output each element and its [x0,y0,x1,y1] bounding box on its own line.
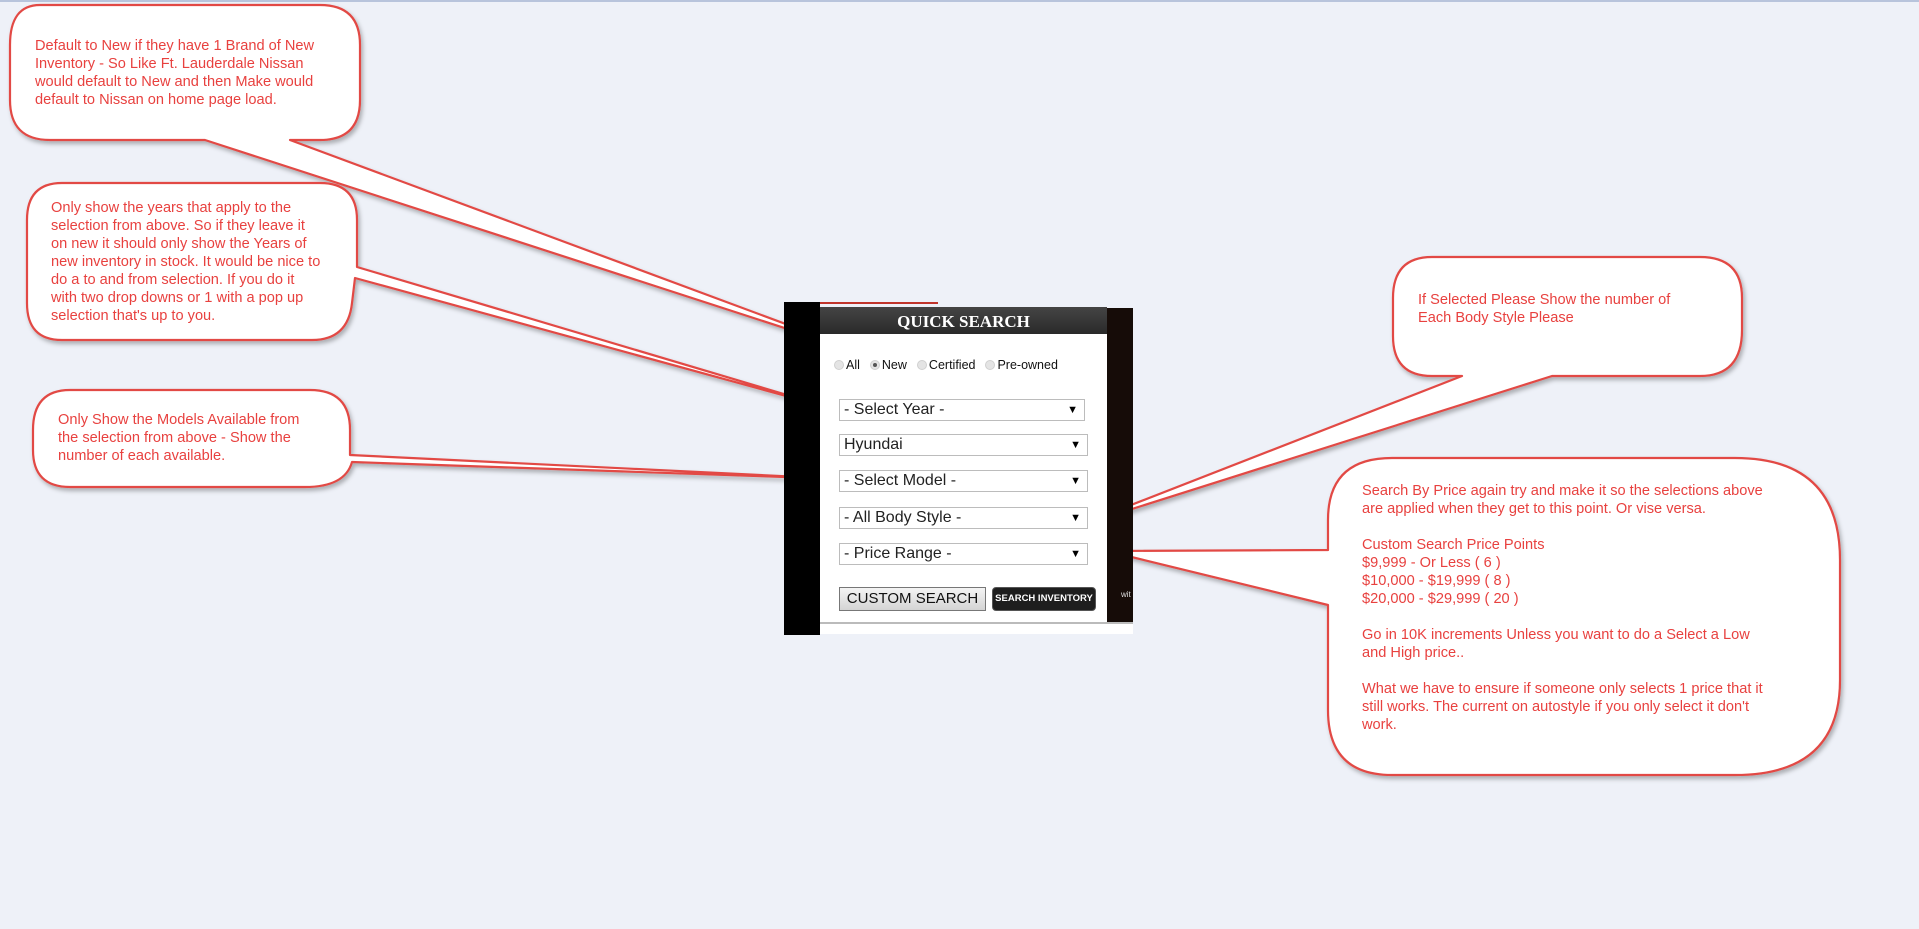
model-select[interactable]: - Select Model - ▼ [839,470,1088,492]
widget-left-bar [784,302,820,635]
chevron-down-icon: ▼ [1070,548,1081,560]
chevron-down-icon: ▼ [1070,512,1081,524]
note-body-style: If Selected Please Show the number of Ea… [1418,292,1671,326]
radio-certified[interactable] [916,360,927,370]
year-select[interactable]: - Select Year - ▼ [839,399,1085,421]
radio-new-label[interactable]: New [882,358,907,372]
model-select-value: - Select Model - [844,472,957,489]
condition-radio-group: All New Certified Pre-owned [834,357,1068,373]
note-default-new: Default to New if they have 1 Brand of N… [35,38,315,108]
radio-pre-owned[interactable] [985,360,996,370]
make-select-value: Hyundai [844,436,903,453]
quick-search-title: QUICK SEARCH [820,307,1107,334]
chevron-down-icon: ▼ [1067,404,1078,416]
make-select[interactable]: Hyundai ▼ [839,434,1088,456]
radio-new[interactable] [869,360,880,370]
note-models: Only Show the Models Available from the … [58,412,300,464]
price-range-select[interactable]: - Price Range - ▼ [839,543,1088,565]
chevron-down-icon: ▼ [1070,439,1081,451]
radio-certified-label[interactable]: Certified [929,358,976,372]
side-caption: wit [1121,590,1131,599]
widget-bottom-border [820,622,1133,634]
body-style-select-value: - All Body Style - [844,509,962,526]
radio-pre-owned-label[interactable]: Pre-owned [997,358,1057,372]
widget-side-image: wit [1107,308,1133,622]
quick-search-panel: QUICK SEARCH All New Certified Pre-owned… [820,307,1107,622]
search-inventory-button[interactable]: SEARCH INVENTORY [992,587,1096,611]
radio-all-label[interactable]: All [846,358,860,372]
price-range-select-value: - Price Range - [844,545,952,562]
year-select-value: - Select Year - [844,401,945,418]
chevron-down-icon: ▼ [1070,475,1081,487]
note-years: Only show the years that apply to the se… [51,200,321,324]
custom-search-button[interactable]: CUSTOM SEARCH [839,587,986,611]
body-style-select[interactable]: - All Body Style - ▼ [839,507,1088,529]
note-price: Search By Price again try and make it so… [1362,483,1763,733]
radio-all[interactable] [834,360,844,370]
widget-accent-line [820,302,938,304]
